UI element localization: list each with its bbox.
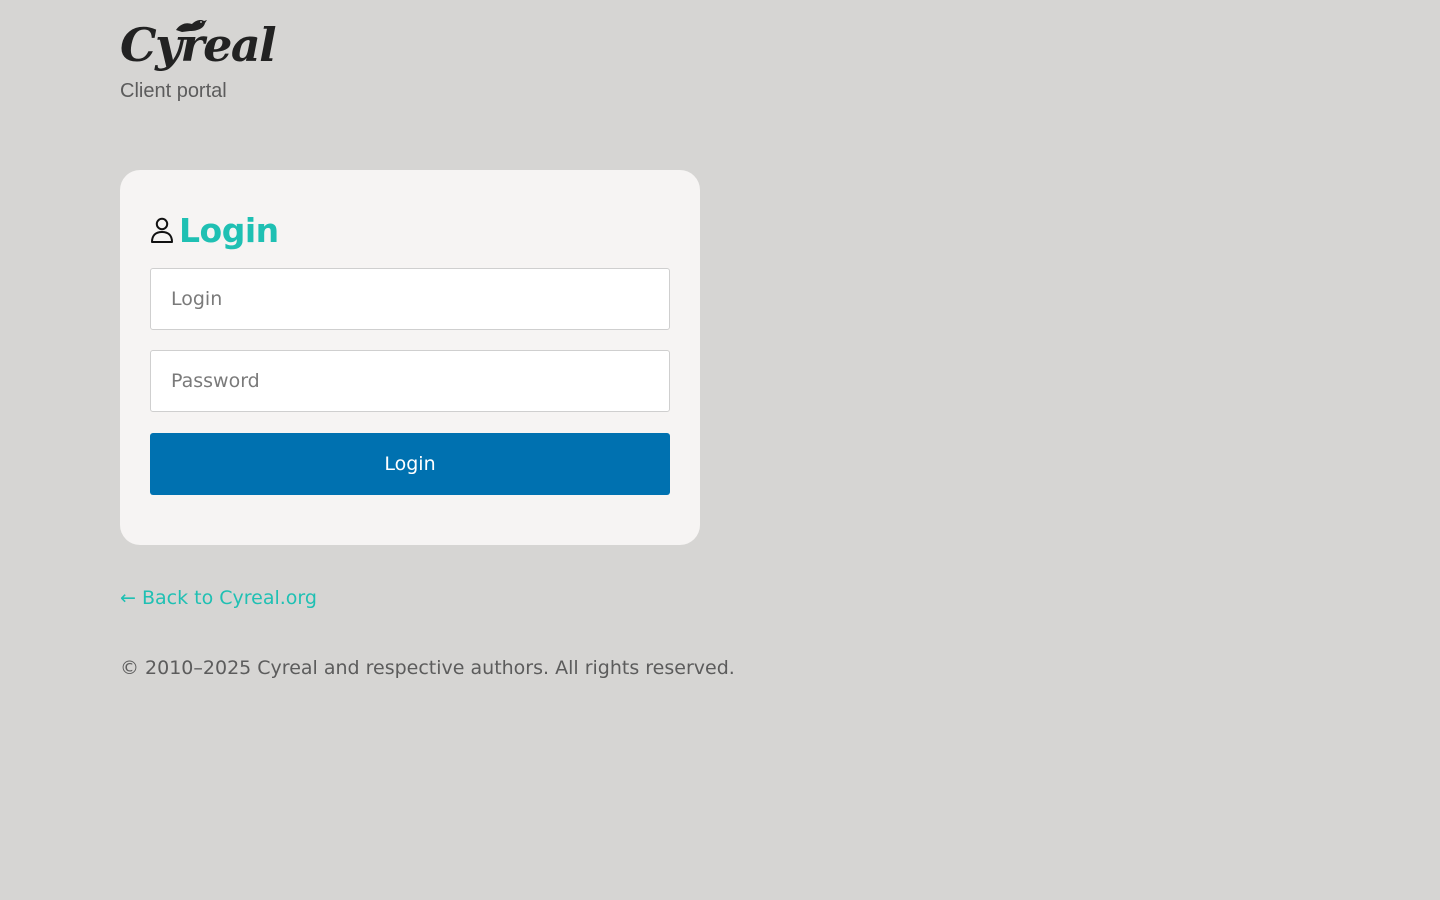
site-header: Cyreal Client portal — [120, 14, 277, 103]
login-input[interactable] — [150, 268, 670, 330]
back-to-site-link[interactable]: ← Back to Cyreal.org — [120, 587, 317, 609]
bird-icon — [176, 20, 207, 32]
login-page: Cyreal Client portal Login Login ← Back … — [0, 0, 1440, 900]
login-card: Login Login — [120, 170, 700, 545]
login-heading: Login — [150, 210, 279, 250]
user-icon — [151, 217, 173, 243]
copyright-notice: © 2010–2025 Cyreal and respective author… — [120, 657, 735, 679]
site-tagline: Client portal — [120, 80, 227, 102]
cyreal-logo[interactable]: Cyreal — [120, 14, 277, 76]
login-button[interactable]: Login — [150, 433, 670, 495]
password-input[interactable] — [150, 350, 670, 412]
login-title: Login — [179, 210, 279, 250]
